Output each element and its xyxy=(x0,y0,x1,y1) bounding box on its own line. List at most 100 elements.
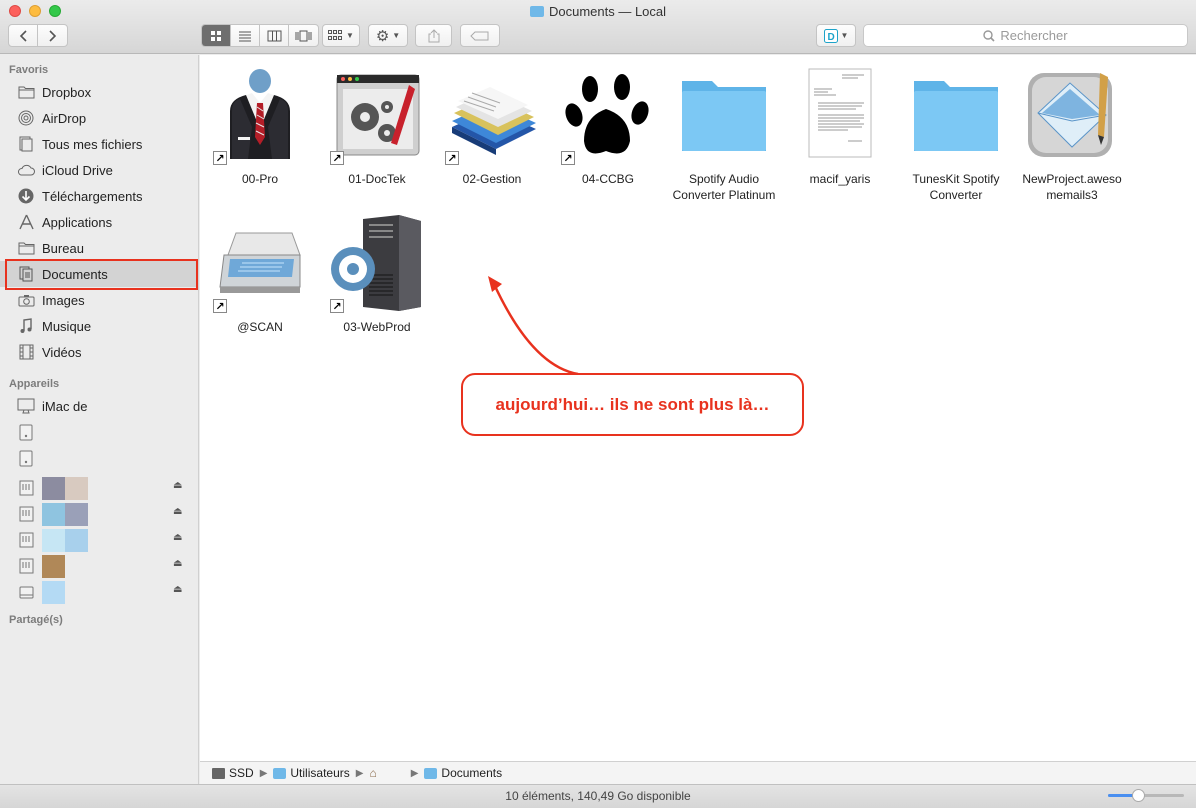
gears-pencil-icon: ↗ xyxy=(329,67,425,165)
alias-arrow-icon: ↗ xyxy=(213,299,227,313)
file-item-newproject-awesomemails3[interactable]: NewProject.aweso memails3 xyxy=(1012,67,1132,203)
external-drive-icon xyxy=(17,479,35,497)
svg-text:D: D xyxy=(827,32,834,43)
hard-drive-icon xyxy=(212,767,225,779)
cover-flow-button[interactable] xyxy=(289,25,318,46)
cover-flow-icon xyxy=(295,30,312,41)
sidebar-item-imac[interactable]: iMac de xyxy=(0,393,199,419)
path-bar: SSD ▶ Utilisateurs ▶ ⌂ ▶ Documents xyxy=(200,761,1196,784)
sidebar-item-device-1[interactable] xyxy=(0,475,199,501)
back-forward-control[interactable] xyxy=(8,24,68,47)
list-view-button[interactable] xyxy=(231,25,260,46)
column-view-button[interactable] xyxy=(260,25,289,46)
path-item-documents[interactable]: Documents xyxy=(424,766,502,780)
sidebar-item-bureau[interactable]: Bureau xyxy=(0,235,199,261)
home-icon: ⌂ xyxy=(369,766,377,780)
alias-arrow-icon: ↗ xyxy=(213,151,227,165)
folder-icon xyxy=(424,767,438,779)
slider-handle[interactable] xyxy=(1132,789,1145,802)
file-item-00-pro[interactable]: ↗ 00-Pro xyxy=(200,67,320,187)
applications-icon xyxy=(17,213,35,231)
file-item-01-doctek[interactable]: ↗ 01-DocTek xyxy=(317,67,437,187)
sidebar-item-images[interactable]: Images xyxy=(0,287,199,313)
icon-view-button[interactable] xyxy=(202,25,231,46)
file-item-tuneskit-spotify-converter[interactable]: TunesKit Spotify Converter xyxy=(896,67,1016,203)
path-item-utilisateurs[interactable]: Utilisateurs xyxy=(273,766,350,780)
music-icon xyxy=(17,317,35,335)
server-gear-icon: ↗ xyxy=(329,215,425,313)
file-item-04-ccbg[interactable]: ↗ 04-CCBG xyxy=(548,67,668,187)
redacted-label xyxy=(42,554,65,578)
sidebar-item-icloud-drive[interactable]: iCloud Drive xyxy=(0,157,199,183)
external-drive-icon xyxy=(17,557,35,575)
annotation-callout: aujourd’hui… ils ne sont plus là… xyxy=(461,373,804,436)
back-button[interactable] xyxy=(9,25,38,46)
alias-arrow-icon: ↗ xyxy=(330,299,344,313)
columns-icon xyxy=(267,30,281,41)
sidebar-item-dropbox[interactable]: Dropbox xyxy=(0,79,199,105)
folder-icon xyxy=(529,6,544,17)
search-icon xyxy=(983,29,995,42)
redacted-label xyxy=(42,528,65,552)
file-item-02-gestion[interactable]: ↗ 02-Gestion xyxy=(432,67,552,187)
arrange-button[interactable]: ▼ xyxy=(322,24,360,47)
all-files-icon xyxy=(17,135,35,153)
forward-button[interactable] xyxy=(38,25,67,46)
chevron-down-icon: ▼ xyxy=(346,31,354,40)
external-drive-icon xyxy=(17,505,35,523)
sidebar-item-device-5[interactable] xyxy=(0,579,199,605)
suit-icon: ↗ xyxy=(212,67,308,165)
folder-icon xyxy=(273,767,287,779)
sidebar-item-device-disk-1[interactable] xyxy=(0,419,199,445)
file-item-scan[interactable]: ↗ @SCAN xyxy=(200,215,320,335)
file-item-macif-yaris[interactable]: macif_yaris xyxy=(780,67,900,187)
path-item-home[interactable]: ⌂ xyxy=(369,766,380,780)
chevron-left-icon xyxy=(19,29,27,42)
chevron-down-icon: ▼ xyxy=(392,31,401,40)
status-bar: 10 éléments, 140,49 Go disponible xyxy=(0,784,1196,808)
sidebar-item-applications[interactable]: Applications xyxy=(0,209,199,235)
file-item-spotify-audio-converter[interactable]: Spotify Audio Converter Platinum xyxy=(664,67,784,203)
sidebar-item-device-disk-2[interactable] xyxy=(0,445,199,471)
view-mode-control[interactable] xyxy=(201,24,319,47)
redacted-label xyxy=(65,476,88,500)
eject-icon[interactable]: ⏏ xyxy=(173,584,182,595)
share-icon xyxy=(428,28,439,42)
sidebar-item-downloads[interactable]: Téléchargements xyxy=(0,183,199,209)
drive-icon xyxy=(17,583,35,601)
sidebar-item-device-4[interactable] xyxy=(0,553,199,579)
window-title: Documents — Local xyxy=(0,4,1196,19)
documents-highlight-annotation xyxy=(5,259,198,290)
path-separator-icon: ▶ xyxy=(259,767,268,779)
sidebar-item-device-3[interactable] xyxy=(0,527,199,553)
sidebar-item-videos[interactable]: Vidéos xyxy=(0,339,199,365)
scanner-icon: ↗ xyxy=(212,215,308,313)
eject-icon[interactable]: ⏏ xyxy=(173,506,182,517)
icon-size-slider[interactable] xyxy=(1108,789,1184,802)
sidebar-item-all-files[interactable]: Tous mes fichiers xyxy=(0,131,199,157)
redacted-label xyxy=(42,502,65,526)
film-icon xyxy=(17,343,35,361)
path-item-ssd[interactable]: SSD xyxy=(212,766,254,780)
disk-icon xyxy=(17,449,35,467)
action-button[interactable]: ⚙ ▼ xyxy=(368,24,408,47)
tags-button[interactable] xyxy=(460,24,500,47)
eject-icon[interactable]: ⏏ xyxy=(173,532,182,543)
sidebar-item-musique[interactable]: Musique xyxy=(0,313,199,339)
search-input[interactable]: Rechercher xyxy=(863,24,1188,47)
sidebar-item-device-2[interactable] xyxy=(0,501,199,527)
list-icon xyxy=(239,31,251,41)
chevron-down-icon: ▼ xyxy=(840,31,849,40)
arrange-grid-icon xyxy=(328,30,343,40)
alias-arrow-icon: ↗ xyxy=(445,151,459,165)
eject-icon[interactable]: ⏏ xyxy=(173,480,182,491)
gear-icon: ⚙ xyxy=(375,27,390,45)
path-separator-icon: ▶ xyxy=(410,767,419,779)
documents-stack-icon: ↗ xyxy=(444,67,540,165)
sidebar-item-airdrop[interactable]: AirDrop xyxy=(0,105,199,131)
sidebar: Favoris Dropbox AirDrop Tous mes fichier… xyxy=(0,55,199,784)
eject-icon[interactable]: ⏏ xyxy=(173,558,182,569)
dashlane-button[interactable]: D ▼ xyxy=(816,24,856,47)
file-item-03-webprod[interactable]: ↗ 03-WebProd xyxy=(317,215,437,335)
share-button[interactable] xyxy=(415,24,452,47)
